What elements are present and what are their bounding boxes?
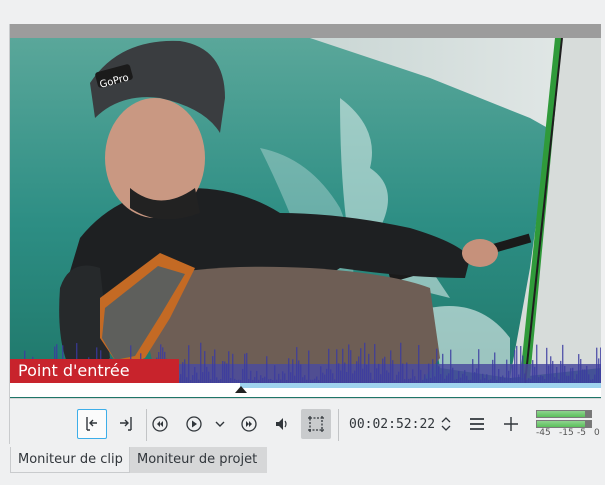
add-button[interactable] [496,409,526,439]
volume-button[interactable] [267,409,297,439]
meter-scale-label: -15 [559,428,574,438]
tab-project-monitor[interactable]: Moniteur de projet [130,447,267,473]
meter-scale-label: -45 [536,428,551,438]
zone-indicator[interactable] [240,383,601,388]
set-zone-out-button[interactable] [111,409,141,439]
tab-clip-monitor[interactable]: Moniteur de clip [10,447,130,473]
timecode-spinner[interactable] [437,409,455,439]
play-button[interactable] [179,409,209,439]
video-image: GoPro [10,38,601,408]
overlay-button[interactable] [301,409,331,439]
speaker-icon [276,418,287,430]
fast-forward-icon [241,416,257,432]
monitor-ruler[interactable] [10,383,601,397]
menu-button[interactable] [462,409,492,439]
timecode-display[interactable]: 00:02:52:22 [349,417,435,432]
audio-level-meter: -45 -15 -5 0 [534,408,600,442]
zone-out-icon [120,417,132,431]
set-zone-in-button[interactable] [77,409,107,439]
video-frame[interactable]: GoPro Point d'entrée [10,38,601,408]
play-icon [186,416,202,432]
monitor-toolbar: 00:02:52:22 -45 -15 -5 0 [10,398,601,445]
rewind-button[interactable] [145,409,175,439]
monitor-top-bar [10,24,601,38]
hamburger-icon [470,418,484,430]
forward-button[interactable] [234,409,264,439]
spin-updown-icon [441,417,451,431]
zone-in-icon [86,417,97,431]
toolbar-separator [338,409,339,441]
play-options-button[interactable] [209,409,231,439]
crop-frame-icon [308,416,324,432]
project-monitor: GoPro Point d'entrée 00:02:52:22 -45 -15… [10,24,601,445]
meter-scale-label: -5 [577,428,586,438]
left-panel-edge [0,24,10,444]
rewind-icon [152,416,168,432]
meter-scale-label: 0 [594,428,600,438]
plus-icon [504,417,518,431]
inpoint-label: Point d'entrée [10,359,179,383]
chevron-down-icon [215,421,225,427]
audio-level-left [536,410,592,418]
audio-level-right [536,420,592,428]
playhead-cursor[interactable] [235,386,247,393]
